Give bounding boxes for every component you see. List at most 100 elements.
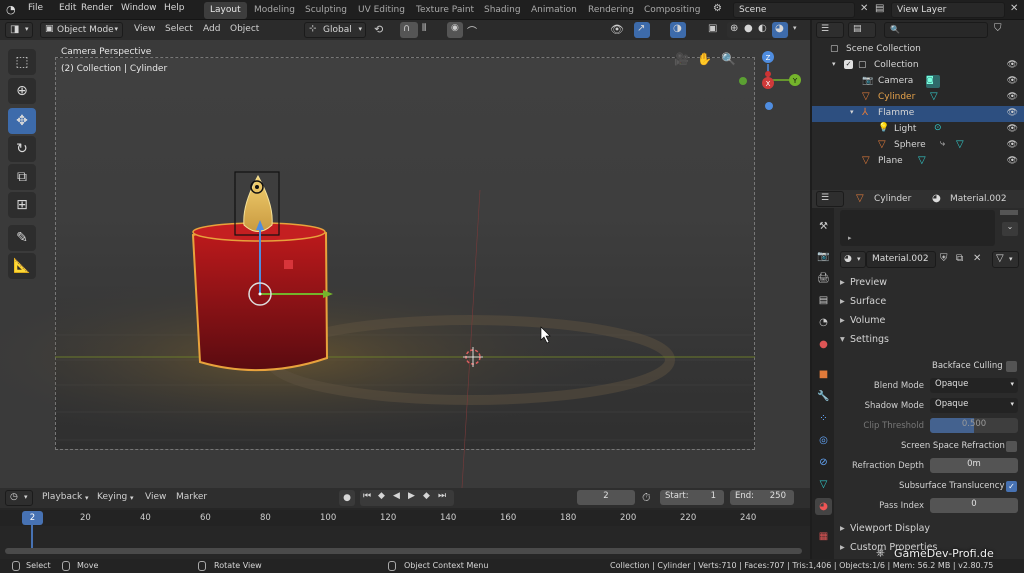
timeline-scrollbar[interactable] (5, 548, 802, 554)
falloff-icon[interactable]: ⌒ (467, 23, 477, 38)
tab-modeling[interactable]: Modeling (248, 2, 301, 19)
outliner-row-scene-collection[interactable]: ▢ Scene Collection (812, 42, 1024, 58)
move-tool[interactable]: ✥ (8, 108, 36, 134)
slot-scroll[interactable] (1000, 210, 1018, 215)
menu-render[interactable]: Render (81, 3, 113, 13)
prev-keyframe-icon[interactable]: ◆ (378, 491, 385, 501)
slot-dropdown-icon[interactable]: ⌄ (1002, 222, 1018, 236)
transform-tool[interactable]: ⊞ (8, 192, 36, 218)
menu-file[interactable]: File (28, 3, 43, 13)
particles-tab-icon[interactable]: ⁘ (815, 410, 832, 427)
link-dropdown[interactable]: ▽ ▾ (992, 251, 1019, 268)
tool-tab-icon[interactable]: ⚒ (815, 218, 832, 235)
timeline-type-dropdown[interactable]: ◷ ▾ (5, 490, 33, 506)
menu-view[interactable]: View (141, 490, 170, 505)
hand-pan-icon[interactable]: ✋ (697, 52, 712, 66)
eye-icon[interactable]: 👁 (1007, 124, 1018, 134)
mesh-data-icon[interactable]: ▽ (918, 155, 926, 166)
display-mode-dropdown[interactable]: ▤ (848, 22, 876, 38)
overlay-toggle[interactable]: ◑ (670, 22, 686, 38)
zoom-icon[interactable]: 🔍 (721, 52, 736, 66)
rendered-shading-icon[interactable]: ◕ (772, 22, 788, 38)
section-preview[interactable]: ▸ Preview (840, 277, 1020, 295)
tab-uv-editing[interactable]: UV Editing (352, 2, 411, 19)
gizmo-toggle[interactable]: ↗ (634, 22, 650, 38)
menu-help[interactable]: Help (164, 3, 185, 13)
end-frame-field[interactable]: End: 250 (730, 490, 794, 505)
shadow-mode-dropdown[interactable]: Opaque ▾ (930, 398, 1018, 413)
constraint-icon[interactable]: ⤷ (940, 139, 945, 149)
light-data-icon[interactable]: ⊙ (934, 123, 942, 133)
backface-culling-checkbox[interactable] (1006, 361, 1017, 372)
current-frame-field[interactable]: 2 (577, 490, 635, 505)
annotate-tool[interactable]: ✎ (8, 225, 36, 251)
eye-icon[interactable]: 👁 (1007, 92, 1018, 102)
section-viewport-display[interactable]: ▸ Viewport Display (840, 523, 1020, 541)
jump-end-icon[interactable]: ⏭ (438, 491, 446, 501)
constraints-tab-icon[interactable]: ⊘ (815, 454, 832, 471)
wireframe-shading-icon[interactable]: ⊕ (730, 23, 738, 34)
eye-icon[interactable]: 👁 (1007, 60, 1018, 70)
cursor-tool[interactable]: ⊕ (8, 78, 36, 104)
screen-space-refraction-checkbox[interactable] (1006, 441, 1017, 452)
world-tab-icon[interactable]: ● (815, 336, 832, 353)
camera-view-icon[interactable]: 🎥 (674, 52, 689, 66)
jump-start-icon[interactable]: ⏮ (363, 491, 371, 501)
clip-threshold-slider[interactable]: 0.500 (930, 418, 1018, 433)
tab-compositing[interactable]: Compositing (638, 2, 706, 19)
blender-logo-icon[interactable]: ◔ (6, 3, 20, 17)
outliner-row-plane[interactable]: ▽ Plane ▽ 👁 (812, 154, 1024, 170)
snap-toggle[interactable]: ∩ (400, 22, 418, 38)
tab-layout[interactable]: Layout (204, 2, 247, 19)
subsurface-translucency-checkbox[interactable]: ✓ (1006, 481, 1017, 492)
duplicate-icon[interactable]: ⧉ (956, 253, 963, 264)
play-icon[interactable]: ▶ (408, 491, 415, 501)
solid-shading-icon[interactable]: ● (744, 23, 753, 34)
outliner-type-dropdown[interactable]: ☰ (816, 22, 844, 38)
tab-sculpting[interactable]: Sculpting (299, 2, 353, 19)
physics-tab-icon[interactable]: ◎ (815, 432, 832, 449)
view-layer-close-icon[interactable]: ✕ (1010, 3, 1018, 14)
view-layer-icon[interactable]: ▤ (875, 3, 884, 14)
outliner-row-camera[interactable]: 📷 Camera ◙ 👁 (812, 74, 1024, 90)
menu-window[interactable]: Window (121, 3, 157, 13)
refraction-depth-field[interactable]: 0m (930, 458, 1018, 473)
tab-rendering[interactable]: Rendering (582, 2, 640, 19)
stopwatch-icon[interactable]: ⏱ (642, 491, 651, 505)
data-tab-icon[interactable]: ▽ (815, 476, 832, 493)
tab-animation[interactable]: Animation (525, 2, 583, 19)
eye-icon[interactable]: 👁 (1007, 140, 1018, 150)
start-frame-field[interactable]: Start: 1 (660, 490, 724, 505)
record-button[interactable]: ● (339, 490, 355, 506)
menu-edit[interactable]: Edit (59, 3, 76, 13)
visibility-icon[interactable]: 👁 (610, 23, 624, 36)
outliner-search-input[interactable]: 🔍 (884, 22, 988, 38)
select-box-tool[interactable]: ⬚ (8, 49, 36, 75)
xray-icon[interactable]: ▣ (708, 23, 717, 34)
menu-object[interactable]: Object (226, 22, 263, 37)
eye-icon[interactable]: 👁 (1007, 76, 1018, 86)
pass-index-field[interactable]: 0 (930, 498, 1018, 513)
editor-type-dropdown[interactable]: ◨ ▾ (5, 22, 33, 38)
menu-keying[interactable]: Keying (93, 490, 131, 505)
section-surface[interactable]: ▸ Surface (840, 296, 1020, 314)
material-tab-icon[interactable]: ◕ (815, 498, 832, 515)
close-icon[interactable]: ✕ (860, 3, 868, 14)
scene-field[interactable]: Scene (733, 2, 855, 18)
tab-texture-paint[interactable]: Texture Paint (410, 2, 480, 19)
camera-data-icon[interactable]: ◙ (926, 75, 940, 88)
mesh-data-icon[interactable]: ▽ (956, 139, 964, 150)
unlink-icon[interactable]: ✕ (973, 253, 981, 264)
scale-tool[interactable]: ⧉ (8, 164, 36, 190)
section-volume[interactable]: ▸ Volume (840, 315, 1020, 333)
checkbox-icon[interactable]: ✓ (844, 60, 853, 69)
outliner-row-light[interactable]: 💡 Light ⊙ 👁 (812, 122, 1024, 138)
mesh-data-icon[interactable]: ▽ (930, 91, 938, 102)
modifier-tab-icon[interactable]: 🔧 (815, 388, 832, 405)
orientation-dropdown[interactable]: ⊹ Global ▾ (304, 22, 366, 38)
next-keyframe-icon[interactable]: ◆ (423, 491, 430, 501)
eye-icon[interactable]: 👁 (1007, 108, 1018, 118)
output-tab-icon[interactable]: 🖨 (815, 270, 832, 287)
menu-view[interactable]: View (130, 22, 159, 37)
material-browse-button[interactable]: ◕ ▾ (840, 251, 866, 268)
